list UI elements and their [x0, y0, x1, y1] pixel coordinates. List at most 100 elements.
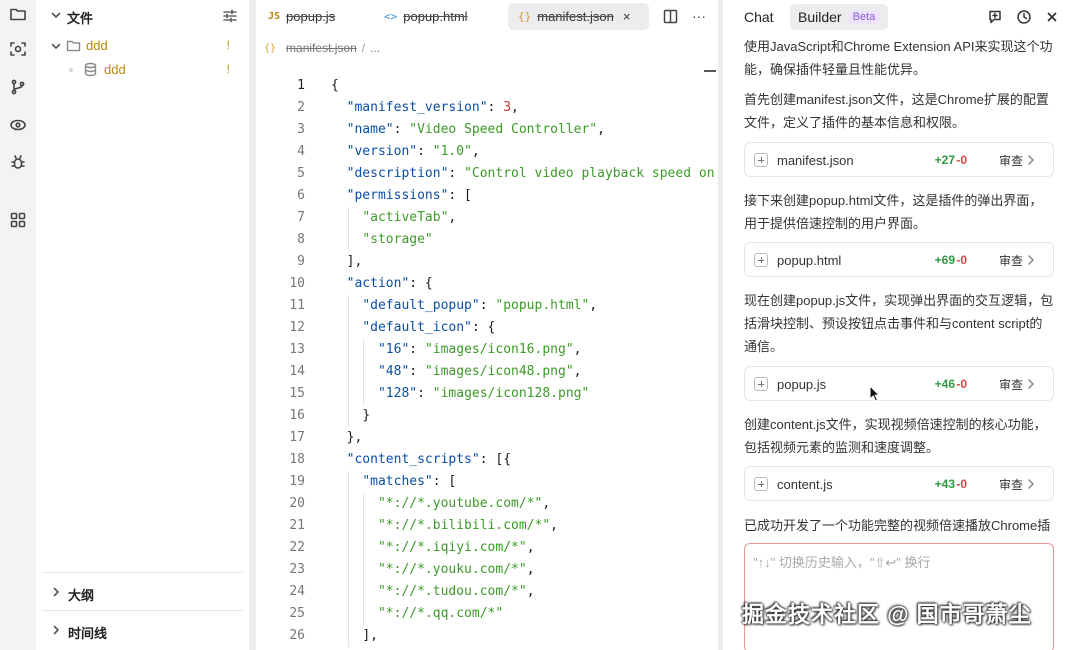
explorer-header[interactable]: 文件	[36, 0, 249, 32]
line-number: 6	[297, 188, 305, 203]
explorer-icon[interactable]	[4, 0, 32, 28]
history-icon[interactable]	[1015, 8, 1033, 26]
new-chat-icon[interactable]	[986, 8, 1004, 26]
chevron-right-icon[interactable]	[50, 586, 62, 601]
extensions-icon[interactable]	[4, 111, 32, 139]
file-name: manifest.json	[777, 153, 854, 168]
chevron-right-icon[interactable]	[1026, 378, 1036, 390]
code-token: "*://*.bilibili.com/*"	[377, 518, 551, 533]
code-line[interactable]: 26 ],	[256, 625, 718, 647]
file-change-card[interactable]: content.js +43 -0 审查	[744, 466, 1054, 501]
chevron-right-icon[interactable]	[1026, 154, 1036, 166]
scan-icon[interactable]	[4, 35, 32, 63]
chevron-right-icon[interactable]	[1026, 478, 1036, 490]
code-token: "default_popup"	[362, 298, 480, 313]
expand-icon[interactable]	[754, 153, 768, 167]
code-line[interactable]: 13 "16": "images/icon16.png",	[256, 339, 718, 361]
chevron-down-icon[interactable]	[50, 9, 62, 21]
section-timeline[interactable]: 时间线	[42, 610, 243, 648]
breadcrumb-tail[interactable]: ...	[370, 41, 380, 55]
code-line[interactable]: 6 "permissions": [	[256, 185, 718, 207]
code-line[interactable]: 25 "*://*.qq.com/*"	[256, 603, 718, 625]
code-token: "images/icon16.png"	[424, 342, 574, 357]
tab-chat[interactable]: Chat	[736, 4, 782, 30]
tab-label: manifest.json	[537, 9, 614, 24]
lines-added: +27	[934, 153, 955, 167]
mouse-cursor-icon	[869, 385, 881, 402]
chat-message: 使用JavaScript和Chrome Extension API来实现这个功能…	[744, 39, 1053, 77]
warning-mark: !	[226, 62, 230, 76]
code-line[interactable]: 7 "activeTab",	[256, 207, 718, 229]
lines-added: +43	[934, 477, 955, 491]
close-icon[interactable]	[1043, 8, 1061, 26]
code-token: "permissions"	[346, 188, 449, 203]
code-text: "*://*.iqiyi.com/*",	[331, 537, 535, 559]
file-change-card[interactable]: manifest.json +27 -0 审查	[744, 142, 1054, 177]
file-change-card[interactable]: popup.js +46 -0 审查	[744, 366, 1054, 401]
code-line[interactable]: 10 "action": {	[256, 273, 718, 295]
chevron-right-icon[interactable]	[1026, 254, 1036, 266]
code-line[interactable]: 3 "name": "Video Speed Controller",	[256, 119, 718, 141]
code-line[interactable]: 15 "128": "images/icon128.png"	[256, 383, 718, 405]
code-text: {	[331, 75, 339, 97]
code-line[interactable]: 14 "48": "images/icon48.png",	[256, 361, 718, 383]
split-editor-icon[interactable]	[661, 7, 679, 25]
code-line[interactable]: 20 "*://*.youtube.com/*",	[256, 493, 718, 515]
expand-icon[interactable]	[754, 253, 768, 267]
chevron-down-icon[interactable]	[50, 40, 62, 55]
code-line[interactable]: 18 "content_scripts": [{	[256, 449, 718, 471]
code-line[interactable]: 5 "description": "Control video playback…	[256, 163, 718, 185]
code-line[interactable]: 8 "storage"	[256, 229, 718, 251]
tab-manifest-json[interactable]: {} manifest.json ×	[508, 3, 649, 30]
breadcrumb-file[interactable]: manifest.json	[286, 41, 357, 55]
code-line[interactable]: 24 "*://*.tudou.com/*",	[256, 581, 718, 603]
close-tab-icon[interactable]: ×	[623, 9, 631, 24]
file-change-card[interactable]: popup.html +69 -0 审查	[744, 242, 1054, 277]
code-token: ,	[573, 364, 582, 379]
expand-icon[interactable]	[754, 377, 768, 391]
review-button[interactable]: 审查	[999, 252, 1023, 269]
code-line[interactable]: 21 "*://*.bilibili.com/*",	[256, 515, 718, 537]
code-line[interactable]: 16 }	[256, 405, 718, 427]
tree-folder-ddd[interactable]: ddd !	[36, 35, 249, 57]
code-line[interactable]: 17 },	[256, 427, 718, 449]
expand-icon[interactable]	[754, 477, 768, 491]
line-number: 7	[297, 210, 305, 225]
code-line[interactable]: 22 "*://*.iqiyi.com/*",	[256, 537, 718, 559]
tree-item-ddd[interactable]: ddd !	[36, 59, 249, 81]
review-button[interactable]: 审查	[999, 152, 1023, 169]
code-text: "activeTab",	[331, 207, 456, 229]
code-token: "1.0"	[432, 144, 472, 159]
code-token: "version"	[346, 144, 418, 159]
debug-icon[interactable]	[4, 149, 32, 177]
review-button[interactable]: 审查	[999, 476, 1023, 493]
line-number: 3	[297, 122, 305, 137]
apps-icon[interactable]	[4, 206, 32, 234]
code-line[interactable]: 19 "matches": [	[256, 471, 718, 493]
code-line[interactable]: 4 "version": "1.0",	[256, 141, 718, 163]
code-line[interactable]: 11 "default_popup": "popup.html",	[256, 295, 718, 317]
watermark: 掘金技术社区 @ 国市哥萧尘	[742, 602, 1032, 627]
code-line[interactable]: 2 "manifest_version": 3,	[256, 97, 718, 119]
code-line[interactable]: 12 "default_icon": {	[256, 317, 718, 339]
source-control-icon[interactable]	[4, 73, 32, 101]
tab-popup-html[interactable]: <> popup.html	[378, 3, 474, 30]
chevron-right-icon[interactable]	[50, 624, 62, 639]
code-line[interactable]: 23 "*://*.youku.com/*",	[256, 559, 718, 581]
sliders-icon[interactable]	[222, 8, 238, 24]
section-outline[interactable]: 大纲	[42, 572, 243, 610]
tab-popup-js[interactable]: JS popup.js	[262, 3, 341, 30]
tree-guide-dot	[69, 68, 73, 72]
code-line[interactable]: 1{	[256, 75, 718, 97]
review-button[interactable]: 审查	[999, 376, 1023, 393]
more-actions-icon[interactable]: ···	[690, 7, 708, 25]
code-area[interactable]: 1{2 "manifest_version": 3, 3 "name": "Vid…	[256, 75, 718, 647]
line-number: 19	[289, 474, 305, 489]
tab-builder[interactable]: Builder Beta	[790, 4, 889, 30]
code-line[interactable]: 9 ],	[256, 251, 718, 273]
